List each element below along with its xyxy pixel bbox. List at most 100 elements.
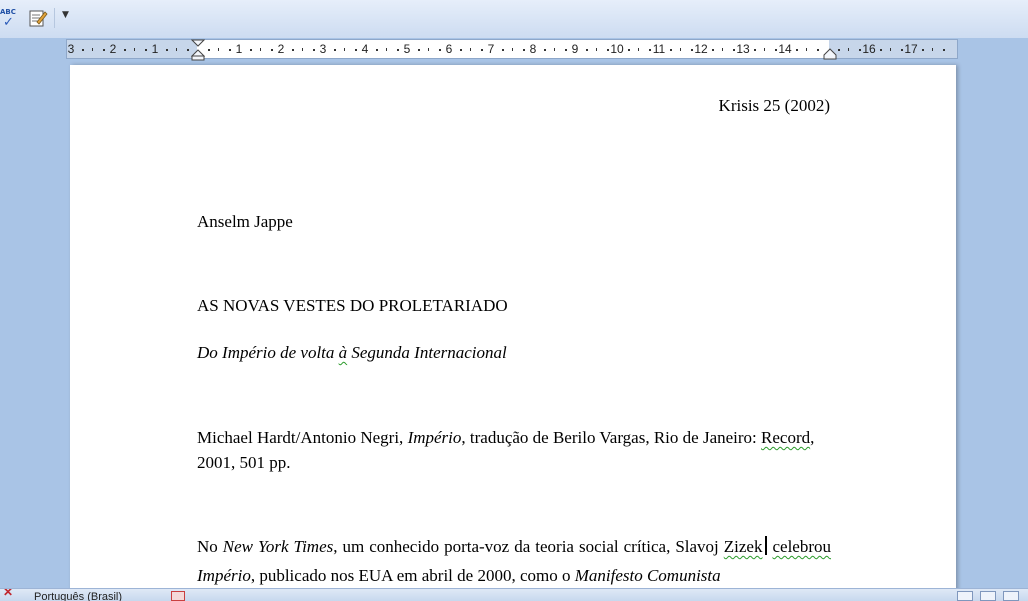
ruler-number: 9 <box>571 42 579 56</box>
ruler-dot <box>354 49 357 51</box>
ruler-dot <box>879 49 882 51</box>
ruler-number: 7 <box>487 42 495 56</box>
ruler-dot <box>921 49 924 51</box>
ruler-tick <box>176 48 177 51</box>
ref-publisher: Record <box>761 428 811 447</box>
ruler-dot <box>396 49 399 51</box>
horizontal-ruler[interactable]: 3 2 1 1 2 3 4 5 6 7 8 9 10 11 12 13 14 16 17 <box>66 39 958 61</box>
ruler-dot <box>732 49 735 51</box>
document-page[interactable]: Krisis 25 (2002) Anselm Jappe AS NOVAS V… <box>70 65 956 600</box>
ruler-number: 2 <box>277 42 285 56</box>
ruler-dot <box>186 49 189 51</box>
ruler-tick <box>890 48 891 51</box>
text-cursor <box>765 536 768 555</box>
ruler-dot <box>669 49 672 51</box>
ruler-dot <box>942 49 945 51</box>
ruler-dot <box>228 49 231 51</box>
ruler-dot <box>312 49 315 51</box>
quick-access-toolbar: ABC ✓ ▼ <box>0 0 1028 39</box>
ruler-tick <box>512 48 513 51</box>
ruler-number: 17 <box>904 42 918 56</box>
ruler-dot <box>564 49 567 51</box>
ruler-number: 1 <box>235 42 243 56</box>
ruler-dot <box>438 49 441 51</box>
ruler-number: 14 <box>778 42 792 56</box>
ref-details: , tradução de Berilo Vargas, Rio de Jane… <box>461 428 762 447</box>
body-paragraph: No New York Times, um conhecido porta-vo… <box>197 532 831 590</box>
ruler-tick <box>302 48 303 51</box>
ref-book-title: Império <box>407 428 462 447</box>
body-newspaper: New York Times <box>222 537 334 556</box>
ruler-tick <box>722 48 723 51</box>
ruler-number: 2 <box>109 42 117 56</box>
ruler-number: 11 <box>652 42 666 56</box>
article-subtitle: Do Império de volta à Segunda Internacio… <box>197 343 507 363</box>
ruler-tick <box>344 48 345 51</box>
ruler-dot <box>753 49 756 51</box>
checkmark-icon: ✓ <box>3 15 14 30</box>
right-indent-marker[interactable] <box>823 48 837 60</box>
body-book-title: Império <box>197 566 251 585</box>
article-title: AS NOVAS VESTES DO PROLETARIADO <box>197 296 508 315</box>
ruler-tick <box>386 48 387 51</box>
ruler-dot <box>585 49 588 51</box>
edit-document-icon[interactable] <box>28 8 50 28</box>
ruler-tick <box>428 48 429 51</box>
ruler-dot <box>207 49 210 51</box>
ruler-tick <box>554 48 555 51</box>
ruler-left-margin <box>67 40 197 58</box>
ruler-tick <box>680 48 681 51</box>
ruler-dot <box>690 49 693 51</box>
ruler-dot <box>837 49 840 51</box>
ruler-dot <box>543 49 546 51</box>
first-line-indent-marker[interactable] <box>191 39 205 61</box>
ruler-tick <box>932 48 933 51</box>
ruler-bar: 3 2 1 1 2 3 4 5 6 7 8 9 10 11 12 13 14 16 17 <box>0 38 1028 62</box>
ruler-dot <box>858 49 861 51</box>
author-name: Anselm Jappe <box>197 212 293 231</box>
ruler-tick <box>806 48 807 51</box>
ruler-number: 6 <box>445 42 453 56</box>
ruler-dot <box>627 49 630 51</box>
body-manifesto: Manifesto Comunista <box>574 566 721 585</box>
toolbar-separator <box>54 8 55 28</box>
ruler-dot <box>648 49 651 51</box>
ruler-tick <box>218 48 219 51</box>
body-text-2: , um conhecido porta-voz da teoria socia… <box>333 537 724 556</box>
ruler-dot <box>900 49 903 51</box>
journal-header: Krisis 25 (2002) <box>718 96 830 115</box>
ruler-tick <box>92 48 93 51</box>
ruler-tick <box>260 48 261 51</box>
ruler-number: 16 <box>862 42 876 56</box>
ruler-number: 8 <box>529 42 537 56</box>
ruler-dot <box>291 49 294 51</box>
body-text-3: , publicado nos EUA em abril de 2000, co… <box>250 566 575 585</box>
status-bar: ✕ Português (Brasil) <box>0 588 1028 601</box>
subtitle-text-2: Segunda Internacional <box>347 343 507 362</box>
ruler-dot <box>774 49 777 51</box>
ref-authors: Michael Hardt/Antonio Negri, <box>197 428 408 447</box>
ruler-dot <box>333 49 336 51</box>
ruler-dot <box>816 49 819 51</box>
ruler-tick <box>638 48 639 51</box>
ruler-tick <box>596 48 597 51</box>
grammar-flagged-word: à <box>338 343 348 362</box>
ruler-dot <box>123 49 126 51</box>
ruler-dot <box>459 49 462 51</box>
ruler-dot <box>795 49 798 51</box>
ruler-dot <box>501 49 504 51</box>
ruler-dot <box>81 49 84 51</box>
ruler-dot <box>606 49 609 51</box>
ruler-dot <box>144 49 147 51</box>
ruler-number: 3 <box>67 42 75 56</box>
proofing-error-icon[interactable]: ✕ <box>3 589 13 599</box>
book-reference: Michael Hardt/Antonio Negri, Império, tr… <box>197 425 827 475</box>
ruler-dot <box>165 49 168 51</box>
spelling-check-icon[interactable]: ABC ✓ <box>0 8 22 30</box>
ruler-dot <box>417 49 420 51</box>
ruler-tick <box>134 48 135 51</box>
ruler-number: 4 <box>361 42 369 56</box>
customize-toolbar-icon[interactable]: ▼ <box>62 10 74 30</box>
ruler-dot <box>375 49 378 51</box>
ruler-dot <box>711 49 714 51</box>
